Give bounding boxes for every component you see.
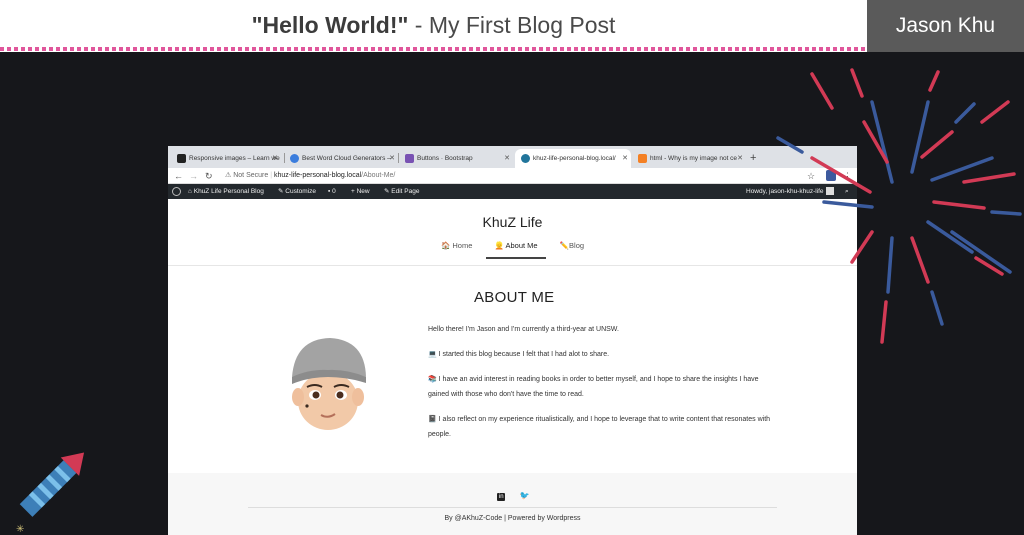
- linkedin-icon[interactable]: in: [497, 493, 506, 501]
- back-arrow-icon[interactable]: ←: [174, 169, 183, 183]
- tab-label: Responsive images – Learn we: [189, 155, 280, 162]
- menu-item-about-me[interactable]: 👱 About Me: [486, 241, 546, 259]
- menu-label: About Me: [505, 241, 538, 250]
- reload-icon[interactable]: ↻: [205, 169, 213, 183]
- wp-new-link[interactable]: + New: [351, 184, 370, 199]
- fireworks-decoration: [776, 68, 1022, 344]
- menu-label: Home: [452, 241, 473, 250]
- close-tab-icon[interactable]: ✕: [272, 149, 278, 168]
- wp-edit-page-link[interactable]: ✎ Edit Page: [384, 184, 419, 199]
- person-icon: 👱: [494, 241, 504, 250]
- footer-credits: By @AKhuZ-Code | Powered by Wordpress: [444, 515, 581, 522]
- tab-stackoverflow[interactable]: html - Why is my image not ce ✕: [632, 149, 746, 168]
- page-title: ABOUT ME: [474, 289, 555, 306]
- wp-edit-label: Edit Page: [391, 188, 420, 195]
- warning-icon: ⚠: [225, 172, 234, 179]
- tab-responsive-images[interactable]: Responsive images – Learn we ✕: [171, 149, 281, 168]
- house-icon: 🏠: [440, 241, 451, 250]
- wordpress-favicon-icon: [521, 154, 530, 163]
- author-name: Jason Khu: [895, 14, 996, 37]
- close-tab-icon[interactable]: ✕: [389, 149, 395, 168]
- about-paragraph: 💻 I started this blog because I felt tha…: [428, 351, 610, 358]
- about-paragraph: Hello there! I'm Jason and I'm currently…: [428, 326, 619, 333]
- not-secure-label: Not Secure: [233, 172, 269, 179]
- author-box: Jason Khu: [867, 0, 1024, 52]
- banner-title-bold: "Hello World!": [251, 12, 409, 38]
- bootstrap-favicon-icon: [405, 154, 414, 163]
- word-cloud-favicon-icon: [290, 154, 299, 163]
- close-tab-icon[interactable]: ✕: [622, 149, 628, 168]
- tab-label: Best Word Cloud Generators –: [302, 155, 391, 162]
- about-content: Hello there! I'm Jason and I'm currently…: [428, 322, 778, 452]
- stackoverflow-favicon-icon: [638, 154, 647, 163]
- about-paragraph: 📚 I have an avid interest in reading boo…: [428, 376, 759, 398]
- tab-label: html - Why is my image not ce: [650, 155, 738, 162]
- site-footer: in 🐦 By @AKhuZ-Code | Powered by Wordpre…: [168, 473, 857, 535]
- wp-site-link[interactable]: ⌂ KhuZ Life Personal Blog: [188, 184, 264, 199]
- url-host: khuz-life-personal-blog.local: [273, 172, 362, 179]
- tab-bootstrap-buttons[interactable]: Buttons · Bootstrap ✕: [399, 149, 513, 168]
- wp-comments-count: 0: [332, 188, 336, 195]
- menu-label: Blog: [569, 241, 585, 250]
- close-tab-icon[interactable]: ✕: [737, 149, 743, 168]
- menu-item-blog[interactable]: ✏️Blog: [560, 241, 584, 257]
- url-field[interactable]: ⚠ Not Secure | khuz-life-personal-blog.l…: [225, 170, 395, 182]
- url-path: /About-Me/: [361, 172, 396, 179]
- tab-label: Buttons · Bootstrap: [417, 155, 473, 162]
- header-banner: "Hello World!" - My First Blog Post: [0, 0, 867, 52]
- tab-word-cloud[interactable]: Best Word Cloud Generators – ✕: [284, 149, 398, 168]
- menu-item-home[interactable]: 🏠 Home: [441, 241, 472, 257]
- forward-arrow-icon[interactable]: →: [189, 169, 198, 183]
- wp-comments-link[interactable]: ▪ 0: [328, 184, 336, 199]
- social-links: in 🐦: [168, 485, 857, 503]
- wordpress-logo-icon[interactable]: [172, 187, 181, 196]
- pencil-icon: ✏️: [559, 241, 570, 250]
- tab-khuz-life-active[interactable]: khuz-life-personal-blog.local/ ✕: [515, 149, 631, 168]
- svg-text:✳: ✳: [16, 524, 24, 535]
- rocket-decoration: ✳: [16, 452, 85, 535]
- banner-dashed-line: [0, 47, 867, 51]
- about-paragraph: 📓 I also reflect on my experience ritual…: [428, 416, 771, 438]
- tab-label: khuz-life-personal-blog.local/: [533, 155, 616, 162]
- footer-divider: [248, 507, 777, 508]
- banner-title-rest: - My First Blog Post: [408, 12, 616, 38]
- wp-site-name: KhuZ Life Personal Blog: [193, 188, 264, 195]
- twitter-icon[interactable]: 🐦: [520, 492, 530, 500]
- wp-customize-link[interactable]: ✎ Customize: [278, 184, 316, 199]
- wp-customize-label: Customize: [285, 188, 316, 195]
- close-tab-icon[interactable]: ✕: [504, 149, 510, 168]
- memoji-avatar-image: [292, 338, 366, 430]
- banner-title: "Hello World!" - My First Blog Post: [0, 12, 867, 39]
- github-favicon-icon: [177, 154, 186, 163]
- wp-new-label: New: [356, 188, 370, 195]
